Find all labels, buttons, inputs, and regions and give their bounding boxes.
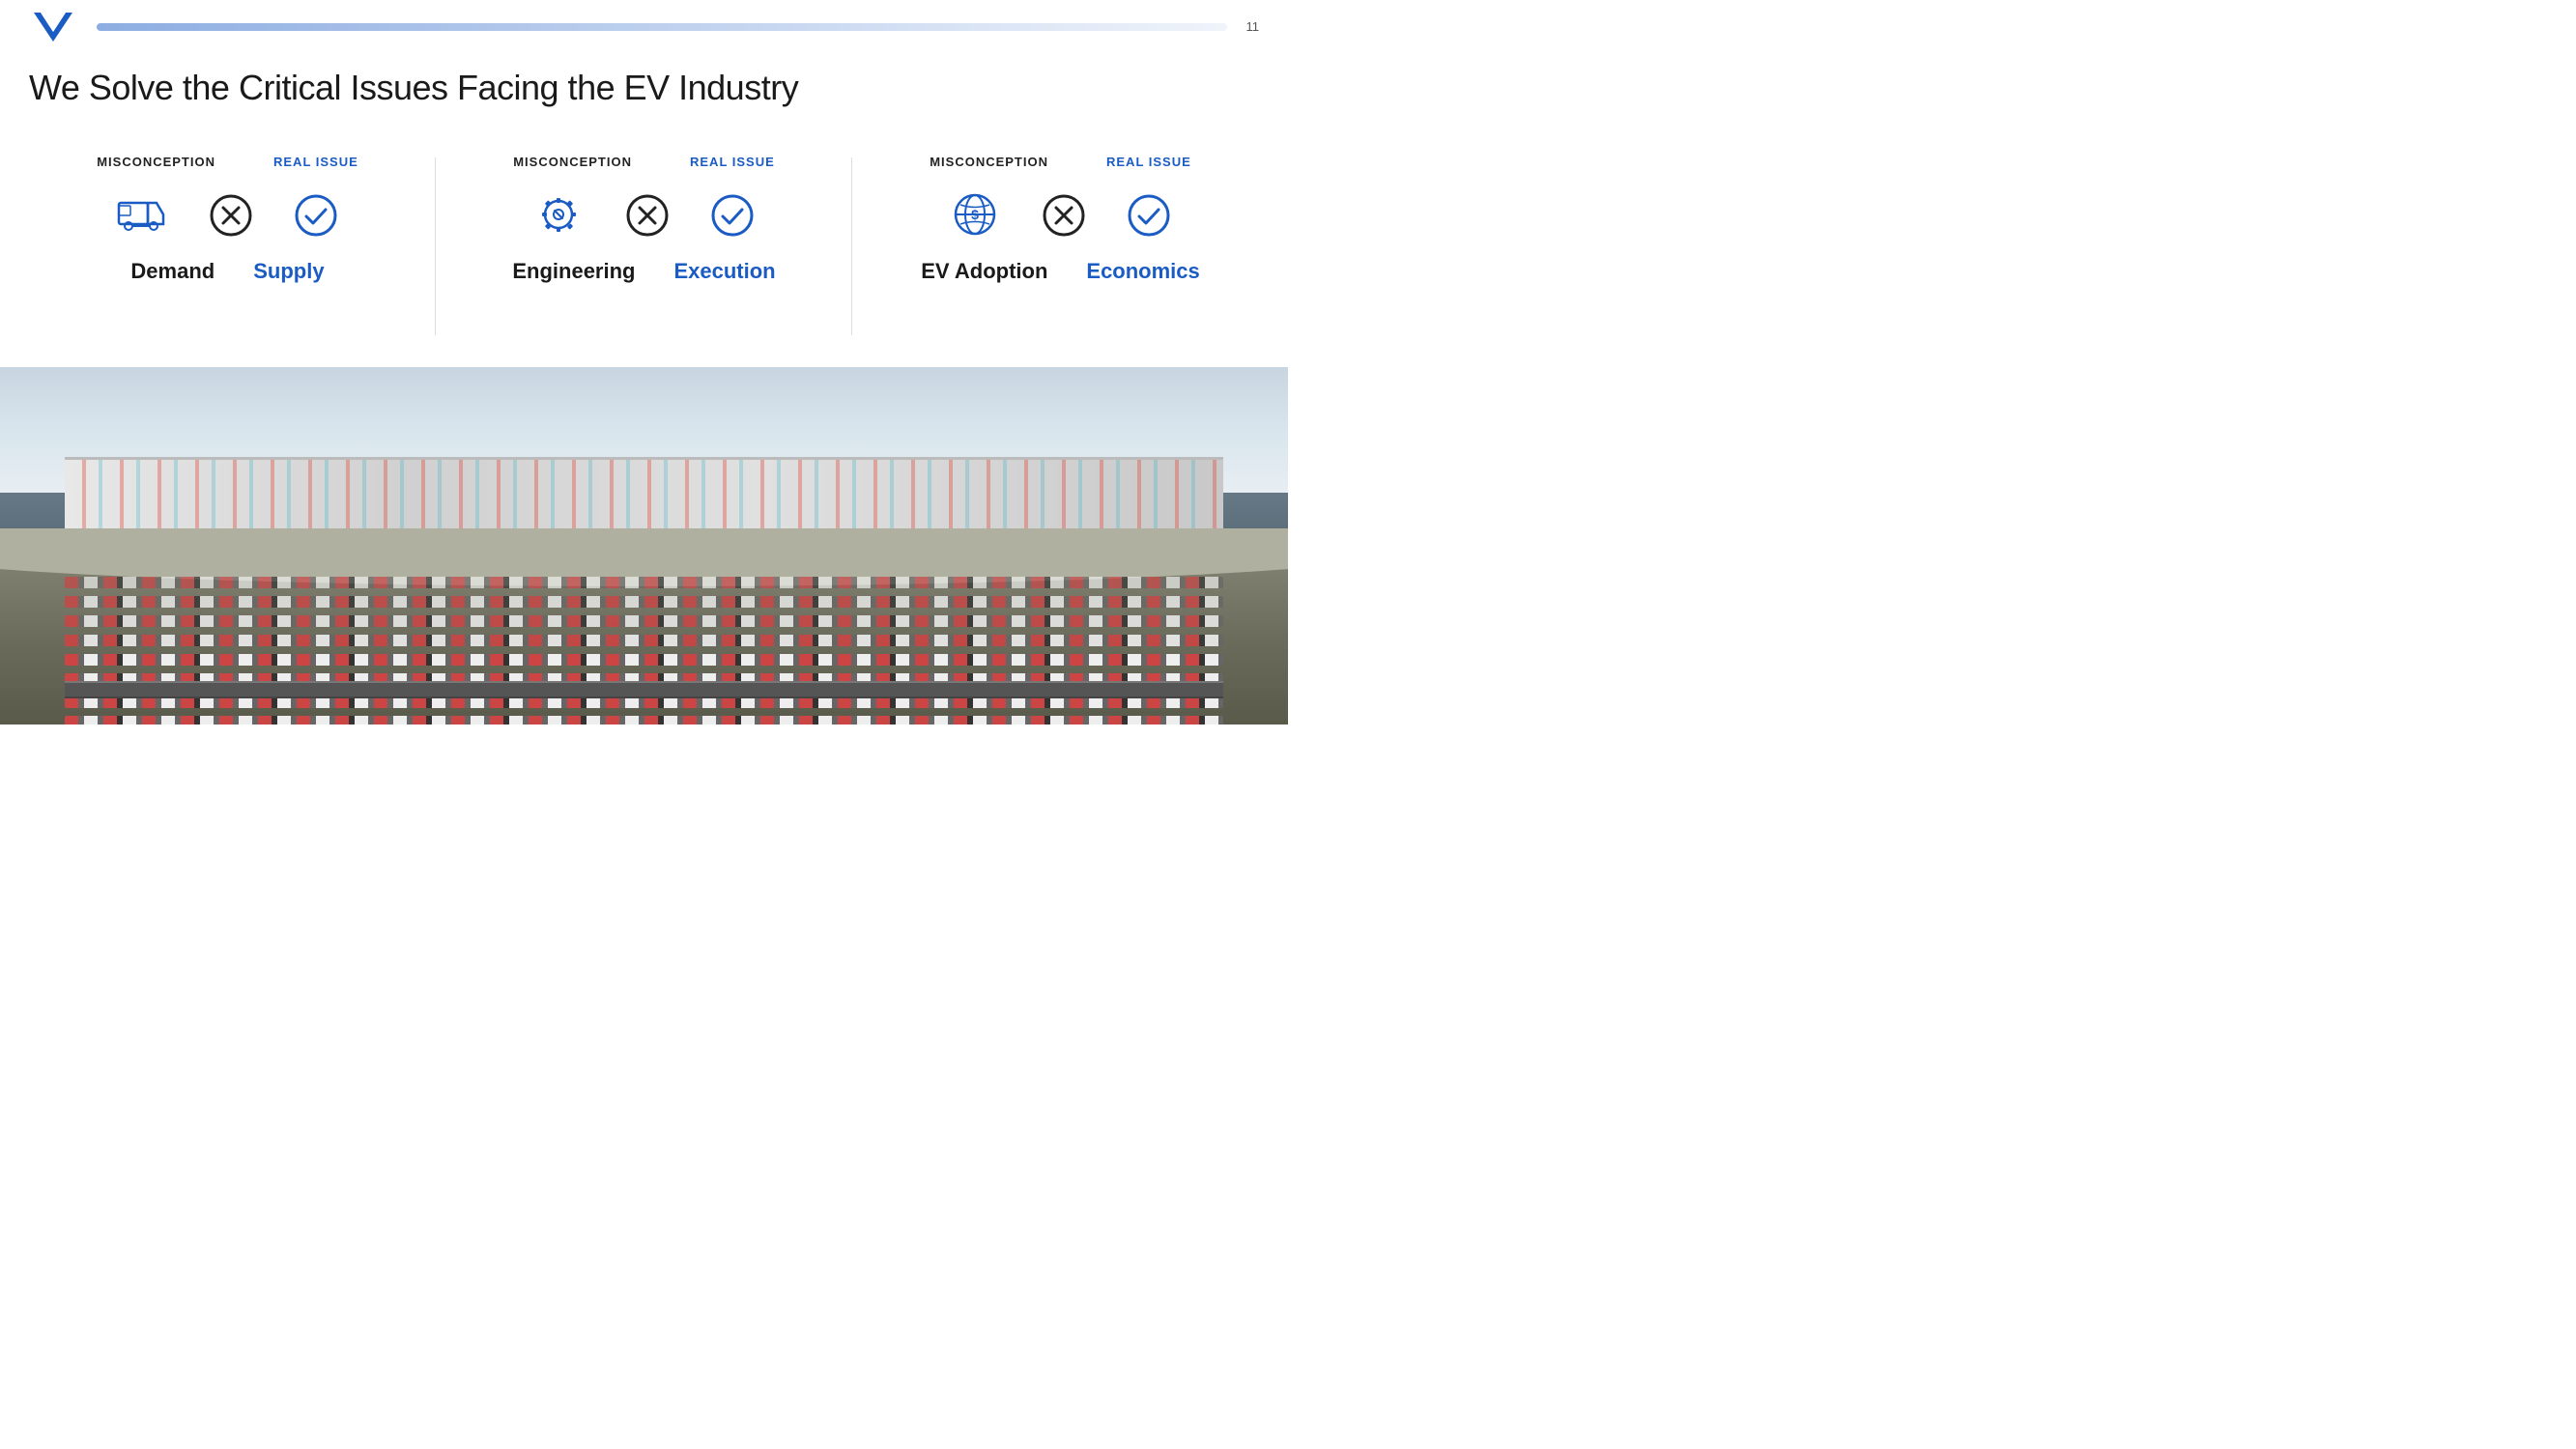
col2-real-issue-label: REAL ISSUE <box>690 155 775 169</box>
col3-labels: EV Adoption Economics <box>921 259 1200 284</box>
col2-dark-label: Engineering <box>512 259 635 284</box>
col3-check-icon <box>1126 192 1172 239</box>
col3-dark-label: EV Adoption <box>921 259 1047 284</box>
factory-background <box>0 367 1288 724</box>
header: 11 <box>0 0 1288 53</box>
road <box>65 681 1224 698</box>
col1-blue-label: Supply <box>253 259 324 284</box>
col1-x-icon <box>208 192 254 239</box>
column-demand-supply: MISCONCEPTION REAL ISSUE <box>19 135 436 357</box>
content-area: MISCONCEPTION REAL ISSUE <box>0 135 1288 357</box>
col3-icons: $ <box>949 188 1172 242</box>
page-number: 11 <box>1246 19 1260 34</box>
col3-x-icon <box>1041 192 1087 239</box>
col3-blue-label: Economics <box>1086 259 1199 284</box>
page-title: We Solve the Critical Issues Facing the … <box>29 68 798 108</box>
col2-check-icon <box>709 192 756 239</box>
column-ev-adoption-economics: MISCONCEPTION REAL ISSUE $ <box>852 135 1269 357</box>
column-engineering-execution: MISCONCEPTION REAL ISSUE <box>436 135 852 357</box>
col1-misconception-label: MISCONCEPTION <box>97 155 215 169</box>
car-row-3 <box>65 615 1224 627</box>
vinfast-logo <box>29 8 77 46</box>
col1-icons <box>116 188 339 242</box>
car-row-5 <box>65 654 1224 666</box>
car-row-2 <box>65 596 1224 608</box>
col1-real-issue-label: REAL ISSUE <box>273 155 358 169</box>
col3-header: MISCONCEPTION REAL ISSUE <box>881 155 1240 169</box>
col2-blue-label: Execution <box>673 259 775 284</box>
car-rows-container <box>65 548 1224 724</box>
col2-icons <box>532 188 756 242</box>
car-row-1 <box>65 577 1224 588</box>
col1-dark-label: Demand <box>130 259 215 284</box>
col1-header: MISCONCEPTION REAL ISSUE <box>48 155 407 169</box>
car-row-8 <box>65 716 1224 724</box>
col2-x-icon <box>624 192 671 239</box>
col2-misconception-label: MISCONCEPTION <box>513 155 632 169</box>
car-row-4 <box>65 635 1224 646</box>
col1-check-icon <box>293 192 339 239</box>
col3-real-issue-label: REAL ISSUE <box>1106 155 1191 169</box>
col2-header: MISCONCEPTION REAL ISSUE <box>465 155 823 169</box>
factory-photo-area <box>0 367 1288 724</box>
gear-wrench-icon <box>532 188 586 242</box>
truck-icon <box>116 188 169 242</box>
col1-labels: Demand Supply <box>130 259 324 284</box>
header-decoration <box>97 23 1227 31</box>
parking-area <box>0 528 1288 725</box>
logo-container <box>29 8 87 46</box>
globe-dollar-icon: $ <box>949 188 1002 242</box>
col2-labels: Engineering Execution <box>512 259 775 284</box>
slide: 11 We Solve the Critical Issues Facing t… <box>0 0 1288 724</box>
col3-misconception-label: MISCONCEPTION <box>930 155 1048 169</box>
svg-text:$: $ <box>971 207 979 222</box>
